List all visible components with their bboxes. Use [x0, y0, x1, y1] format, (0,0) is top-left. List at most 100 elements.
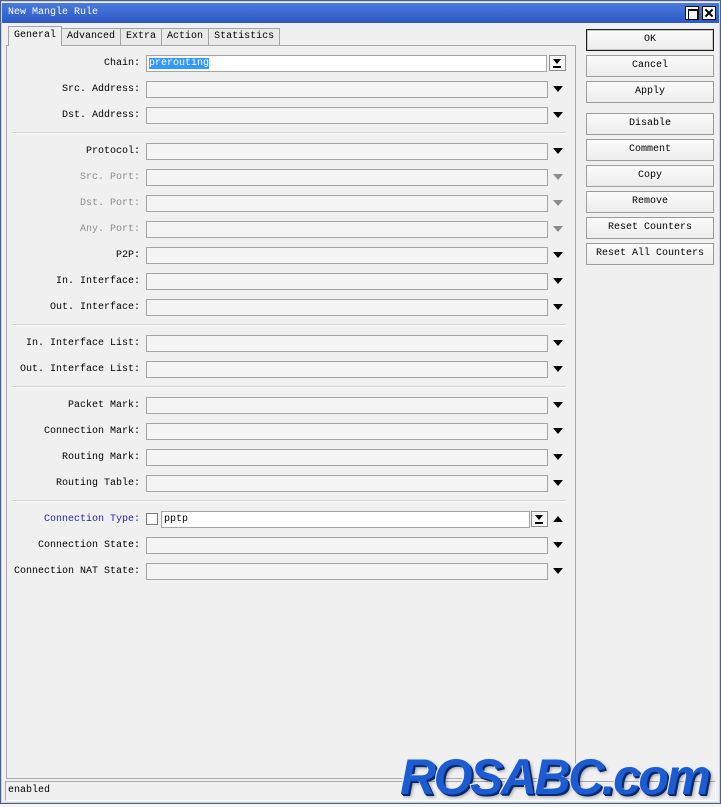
connection-type-field[interactable]: pptp	[161, 511, 530, 528]
out-interface-label: Out. Interface:	[49, 302, 140, 313]
dst-address-expand-arrow-icon[interactable]	[553, 112, 563, 118]
dst-port-label: Dst. Port:	[79, 198, 140, 209]
routing-table-expand-arrow-icon[interactable]	[553, 480, 563, 486]
row-chain: Chain: prerouting	[6, 55, 570, 72]
reset-all-counters-button[interactable]: Reset All Counters	[586, 243, 714, 265]
connection-mark-field[interactable]	[146, 423, 548, 440]
connection-state-field[interactable]	[146, 537, 548, 554]
row-in-interface: In. Interface:	[6, 273, 570, 290]
row-src-address: Src. Address:	[6, 81, 570, 98]
cancel-button[interactable]: Cancel	[586, 55, 714, 77]
chain-label: Chain:	[103, 58, 140, 69]
tab-extra[interactable]: Extra	[120, 28, 163, 45]
ok-button[interactable]: OK	[586, 29, 714, 51]
connection-type-negate-checkbox[interactable]	[146, 513, 158, 525]
protocol-field[interactable]	[146, 143, 548, 160]
row-src-port: Src. Port:	[6, 169, 570, 186]
routing-mark-label: Routing Mark:	[61, 452, 140, 463]
in-interface-expand-arrow-icon[interactable]	[553, 278, 563, 284]
routing-table-label: Routing Table:	[55, 478, 140, 489]
section-divider	[12, 132, 566, 134]
row-dst-port: Dst. Port:	[6, 195, 570, 212]
any-port-field	[146, 221, 548, 238]
src-port-field	[146, 169, 548, 186]
watermark-logo: ROSABC.com	[400, 749, 711, 805]
in-interface-field[interactable]	[146, 273, 548, 290]
connection-nat-state-field[interactable]	[146, 563, 548, 580]
row-connection-mark: Connection Mark:	[6, 423, 570, 440]
copy-button[interactable]: Copy	[586, 165, 714, 187]
src-address-field[interactable]	[146, 81, 548, 98]
packet-mark-label: Packet Mark:	[67, 400, 140, 411]
any-port-expand-arrow-icon	[553, 226, 563, 232]
row-packet-mark: Packet Mark:	[6, 397, 570, 414]
general-tab-panel: Chain: prerouting Src. Address: Dst. Add…	[6, 45, 576, 779]
out-interface-list-field[interactable]	[146, 361, 548, 378]
src-address-label: Src. Address:	[61, 84, 140, 95]
row-routing-table: Routing Table:	[6, 475, 570, 492]
title-bar[interactable]: New Mangle Rule	[2, 3, 719, 23]
reset-counters-button[interactable]: Reset Counters	[586, 217, 714, 239]
in-interface-list-field[interactable]	[146, 335, 548, 352]
connection-nat-state-label: Connection NAT State:	[13, 566, 140, 577]
tab-advanced[interactable]: Advanced	[61, 28, 122, 45]
section-divider	[12, 386, 566, 388]
row-p2p: P2P:	[6, 247, 570, 264]
chain-dropdown-icon[interactable]	[549, 55, 566, 71]
mangle-rule-dialog: New Mangle Rule General Advanced Extra A…	[0, 0, 721, 804]
connection-mark-label: Connection Mark:	[43, 426, 140, 437]
routing-mark-field[interactable]	[146, 449, 548, 466]
routing-table-field[interactable]	[146, 475, 548, 492]
remove-button[interactable]: Remove	[586, 191, 714, 213]
src-address-expand-arrow-icon[interactable]	[553, 86, 563, 92]
connection-state-label: Connection State:	[37, 540, 140, 551]
maximize-icon[interactable]	[685, 6, 699, 20]
in-interface-label: In. Interface:	[55, 276, 140, 287]
dst-port-field	[146, 195, 548, 212]
comment-button[interactable]: Comment	[586, 139, 714, 161]
row-out-interface: Out. Interface:	[6, 299, 570, 316]
routing-mark-expand-arrow-icon[interactable]	[553, 454, 563, 460]
tab-bar: General Advanced Extra Action Statistics	[8, 26, 281, 46]
close-icon[interactable]	[702, 6, 716, 20]
chain-field[interactable]: prerouting	[146, 55, 547, 72]
dst-address-field[interactable]	[146, 107, 548, 124]
packet-mark-field[interactable]	[146, 397, 548, 414]
connection-mark-expand-arrow-icon[interactable]	[553, 428, 563, 434]
any-port-label: Any. Port:	[79, 224, 140, 235]
connection-nat-state-expand-arrow-icon[interactable]	[553, 568, 563, 574]
tab-action[interactable]: Action	[161, 28, 210, 45]
src-port-expand-arrow-icon	[553, 174, 563, 180]
row-connection-nat-state: Connection NAT State:	[6, 563, 570, 580]
src-port-label: Src. Port:	[79, 172, 140, 183]
connection-type-collapse-arrow-icon[interactable]	[553, 516, 563, 522]
chain-value: prerouting	[149, 58, 210, 69]
disable-button[interactable]: Disable	[586, 113, 714, 135]
dst-port-expand-arrow-icon	[553, 200, 563, 206]
in-interface-list-expand-arrow-icon[interactable]	[553, 340, 563, 346]
in-interface-list-label: In. Interface List:	[25, 338, 140, 349]
row-out-interface-list: Out. Interface List:	[6, 361, 570, 378]
row-connection-state: Connection State:	[6, 537, 570, 554]
row-any-port: Any. Port:	[6, 221, 570, 238]
p2p-field[interactable]	[146, 247, 548, 264]
tab-general[interactable]: General	[8, 26, 63, 46]
connection-type-dropdown-icon[interactable]	[531, 511, 548, 527]
dst-address-label: Dst. Address:	[61, 110, 140, 121]
out-interface-list-expand-arrow-icon[interactable]	[553, 366, 563, 372]
row-protocol: Protocol:	[6, 143, 570, 160]
section-divider	[12, 324, 566, 326]
connection-type-label: Connection Type:	[43, 514, 140, 525]
status-text: enabled	[8, 785, 51, 796]
out-interface-field[interactable]	[146, 299, 548, 316]
protocol-expand-arrow-icon[interactable]	[553, 148, 563, 154]
connection-state-expand-arrow-icon[interactable]	[553, 542, 563, 548]
row-dst-address: Dst. Address:	[6, 107, 570, 124]
section-divider	[12, 500, 566, 502]
packet-mark-expand-arrow-icon[interactable]	[553, 402, 563, 408]
p2p-label: P2P:	[115, 250, 140, 261]
out-interface-expand-arrow-icon[interactable]	[553, 304, 563, 310]
apply-button[interactable]: Apply	[586, 81, 714, 103]
tab-statistics[interactable]: Statistics	[208, 28, 281, 45]
p2p-expand-arrow-icon[interactable]	[553, 252, 563, 258]
